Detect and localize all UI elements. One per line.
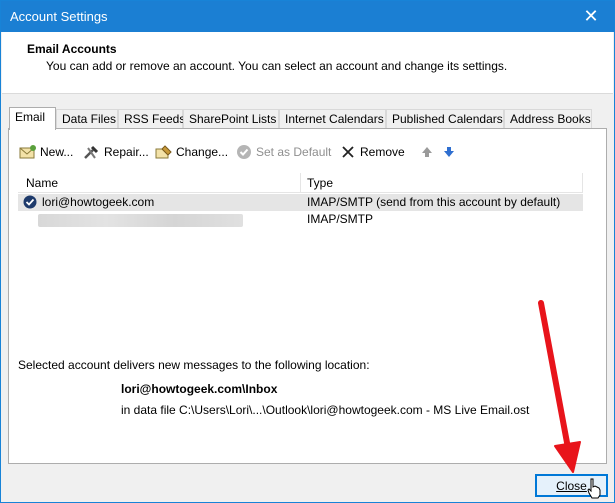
close-icon: ✕: [583, 6, 599, 26]
account-type: IMAP/SMTP: [307, 212, 374, 226]
tab-label: RSS Feeds: [124, 112, 186, 126]
account-row[interactable]: lori@howtogeek.com IMAP/SMTP (send from …: [18, 194, 583, 211]
set-as-default-label: Set as Default: [256, 145, 332, 159]
tab-data-files[interactable]: Data Files: [56, 109, 118, 129]
move-down-button[interactable]: [440, 142, 461, 162]
remove-x-icon: [339, 143, 357, 161]
column-header-name[interactable]: Name: [26, 176, 58, 190]
tab-label: SharePoint Lists: [189, 112, 277, 126]
new-label: New...: [40, 145, 74, 159]
tools-icon: [83, 143, 101, 161]
set-as-default-button[interactable]: Set as Default: [235, 142, 331, 162]
account-settings-dialog: Account Settings ✕ Email Accounts You ca…: [0, 0, 615, 503]
tab-label: Published Calendars: [392, 112, 503, 126]
repair-button[interactable]: Repair...: [83, 142, 149, 162]
checkmark-circle-icon: [235, 143, 253, 161]
header-title: Email Accounts: [27, 42, 117, 56]
new-mail-icon: [19, 143, 37, 161]
accounts-list[interactable]: Name Type lori@howtogeek.com IMAP/SMTP (…: [17, 172, 583, 302]
change-label: Change...: [176, 145, 229, 159]
window-close-button[interactable]: ✕: [568, 1, 614, 32]
tab-label: Data Files: [62, 112, 117, 126]
tab-email[interactable]: Email: [9, 107, 56, 130]
tab-label: Internet Calendars: [285, 112, 384, 126]
arrow-up-icon: [418, 143, 436, 161]
window-title: Account Settings: [10, 9, 108, 24]
column-divider[interactable]: [300, 173, 301, 193]
title-bar: Account Settings ✕: [1, 1, 614, 32]
column-header-type[interactable]: Type: [307, 176, 333, 190]
delivery-location-label: Selected account delivers new messages t…: [18, 358, 370, 372]
column-divider[interactable]: [582, 173, 583, 193]
tab-published-calendars[interactable]: Published Calendars: [386, 109, 504, 129]
remove-button[interactable]: Remove: [339, 142, 405, 162]
move-up-button[interactable]: [418, 142, 439, 162]
tab-label: Address Books: [510, 112, 591, 126]
account-type: IMAP/SMTP (send from this account by def…: [307, 195, 561, 209]
delivery-folder: lori@howtogeek.com\Inbox: [121, 382, 278, 396]
default-account-check-icon: [23, 195, 37, 209]
header-description: You can add or remove an account. You ca…: [46, 59, 508, 73]
tab-internet-calendars[interactable]: Internet Calendars: [279, 109, 386, 129]
tab-address-books[interactable]: Address Books: [504, 109, 592, 129]
change-account-icon: [155, 143, 173, 161]
mouse-cursor-icon: [587, 478, 601, 499]
redacted-account-name: [38, 214, 243, 227]
tab-sharepoint-lists[interactable]: SharePoint Lists: [183, 109, 279, 129]
change-button[interactable]: Change...: [155, 142, 228, 162]
new-account-button[interactable]: New...: [19, 142, 73, 162]
arrow-down-icon: [440, 143, 458, 161]
email-tab-panel: New... Repair... Change... Set as Defaul…: [8, 128, 607, 464]
tab-rss-feeds[interactable]: RSS Feeds: [118, 109, 186, 129]
dialog-header: Email Accounts You can add or remove an …: [2, 32, 613, 94]
close-label: Close: [556, 478, 587, 493]
repair-label: Repair...: [104, 145, 149, 159]
account-row[interactable]: IMAP/SMTP: [18, 211, 583, 228]
remove-label: Remove: [360, 145, 405, 159]
tab-label: Email: [15, 110, 46, 124]
account-name: lori@howtogeek.com: [42, 195, 155, 209]
delivery-data-file: in data file C:\Users\Lori\...\Outlook\l…: [121, 403, 530, 417]
accounts-list-header: Name Type: [18, 173, 583, 193]
